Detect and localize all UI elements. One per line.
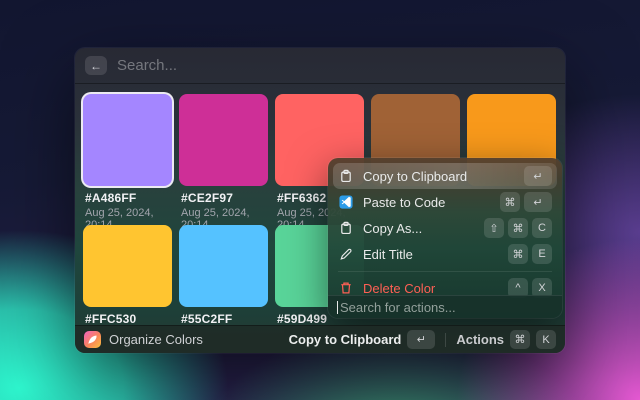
launcher-window: ← Search... #A486FF Aug 25, 2024, 20:14 …: [75, 48, 565, 353]
color-swatch[interactable]: [83, 94, 172, 186]
menu-divider: [338, 271, 552, 272]
shortcut-keys: ⇧ ⌘ C: [484, 218, 552, 238]
color-swatch[interactable]: [83, 225, 172, 307]
back-button[interactable]: ←: [85, 56, 107, 75]
key-e: E: [532, 244, 552, 264]
menu-item-label: Delete Color: [363, 281, 508, 296]
pencil-icon: [338, 246, 354, 262]
desktop-background: ← Search... #A486FF Aug 25, 2024, 20:14 …: [0, 0, 640, 400]
menu-item-label: Paste to Code: [363, 195, 500, 210]
color-item[interactable]: #CE2F97 Aug 25, 2024, 20:14: [179, 94, 268, 231]
organize-colors-app-icon: [84, 331, 101, 348]
actions-button[interactable]: Actions: [456, 332, 504, 347]
extension-title: Organize Colors: [109, 332, 203, 347]
color-hex-label: #FFC530: [83, 312, 172, 326]
actions-search-placeholder: Search for actions...: [340, 300, 456, 315]
key-c: C: [532, 218, 552, 238]
key-command: ⌘: [500, 192, 520, 212]
key-command: ⌘: [508, 218, 528, 238]
menu-item-copy-as[interactable]: Copy As... ⇧ ⌘ C: [333, 215, 557, 241]
color-swatch[interactable]: [179, 94, 268, 186]
menu-item-label: Edit Title: [363, 247, 508, 262]
key-k: K: [536, 330, 556, 349]
shortcut-keys: ⌘ E: [508, 244, 552, 264]
clipboard-icon: [338, 168, 354, 184]
key-return: ↵: [524, 192, 552, 212]
menu-item-label: Copy As...: [363, 221, 484, 236]
divider: [75, 83, 565, 84]
primary-action-button[interactable]: Copy to Clipboard: [289, 332, 402, 347]
actions-menu: Copy to Clipboard ↵ Paste to Code ⌘: [328, 158, 562, 318]
key-return: ↵: [407, 330, 435, 349]
status-bar: Organize Colors Copy to Clipboard ↵ Acti…: [75, 325, 565, 353]
actions-search-field[interactable]: Search for actions...: [328, 295, 562, 318]
color-item[interactable]: #A486FF Aug 25, 2024, 20:14: [83, 94, 172, 231]
menu-item-copy-to-clipboard[interactable]: Copy to Clipboard ↵: [333, 163, 557, 189]
color-item[interactable]: #FFC530: [83, 225, 172, 326]
search-bar: ← Search...: [75, 48, 565, 83]
status-bar-actions: Copy to Clipboard ↵ Actions ⌘ K: [289, 330, 556, 349]
clipboard-icon: [338, 220, 354, 236]
color-swatch[interactable]: [179, 225, 268, 307]
key-shift: ⇧: [484, 218, 504, 238]
shortcut-keys: ↵: [524, 166, 552, 186]
key-return: ↵: [524, 166, 552, 186]
shortcut-keys: ⌘ ↵: [500, 192, 552, 212]
trash-icon: [338, 280, 354, 296]
color-item[interactable]: #55C2FF: [179, 225, 268, 326]
menu-item-edit-title[interactable]: Edit Title ⌘ E: [333, 241, 557, 267]
key-command: ⌘: [510, 330, 530, 349]
menu-item-label: Copy to Clipboard: [363, 169, 524, 184]
color-hex-label: #CE2F97: [179, 191, 268, 205]
menu-item-paste-to-code[interactable]: Paste to Code ⌘ ↵: [333, 189, 557, 215]
actions-menu-list: Copy to Clipboard ↵ Paste to Code ⌘: [328, 158, 562, 301]
divider: [445, 333, 446, 347]
color-hex-label: #55C2FF: [179, 312, 268, 326]
search-input[interactable]: Search...: [117, 57, 177, 74]
arrow-left-icon: ←: [90, 59, 102, 73]
vscode-icon: [338, 194, 354, 210]
text-caret: [337, 301, 338, 314]
key-command: ⌘: [508, 244, 528, 264]
color-hex-label: #A486FF: [83, 191, 172, 205]
